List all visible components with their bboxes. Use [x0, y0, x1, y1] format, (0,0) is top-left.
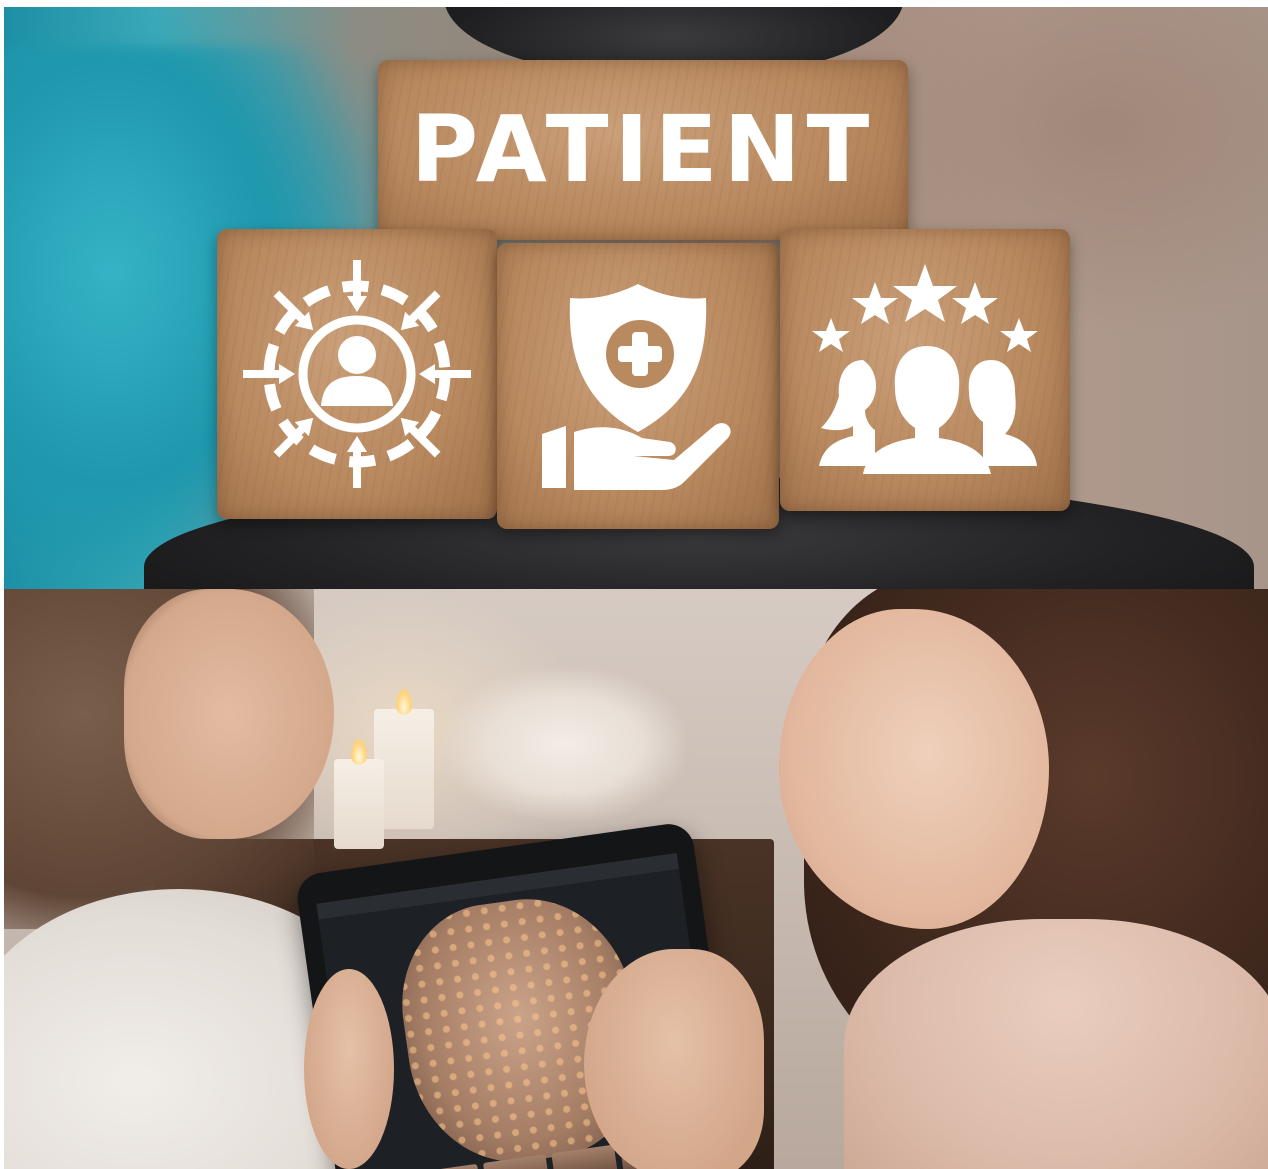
- person-target-arrows-icon: [243, 260, 471, 488]
- wood-block-patient: PATIENT: [378, 60, 908, 240]
- wood-block-people-stars: [780, 229, 1070, 511]
- scan-thumbnail: [414, 1163, 482, 1169]
- patient-blocks-photo: PATIENT: [4, 7, 1268, 589]
- practitioner-face: [124, 589, 334, 839]
- photo-collage: PATIENT: [0, 0, 1268, 1169]
- white-flowers: [444, 669, 684, 819]
- candle-flame: [351, 739, 367, 765]
- client-sweater: [844, 919, 1268, 1169]
- candle-flame: [396, 689, 412, 715]
- wood-block-person-target: [217, 229, 497, 519]
- candle: [334, 759, 384, 849]
- hand-shield-medical-cross-icon: [542, 284, 731, 490]
- people-five-stars-icon: [812, 264, 1038, 474]
- hand-pointing-screen: [584, 949, 764, 1169]
- patient-label: PATIENT: [410, 96, 876, 203]
- hand-holding-tablet: [304, 969, 394, 1169]
- skin-analysis-photo: [4, 589, 1268, 1169]
- wood-block-hand-shield: [497, 243, 779, 529]
